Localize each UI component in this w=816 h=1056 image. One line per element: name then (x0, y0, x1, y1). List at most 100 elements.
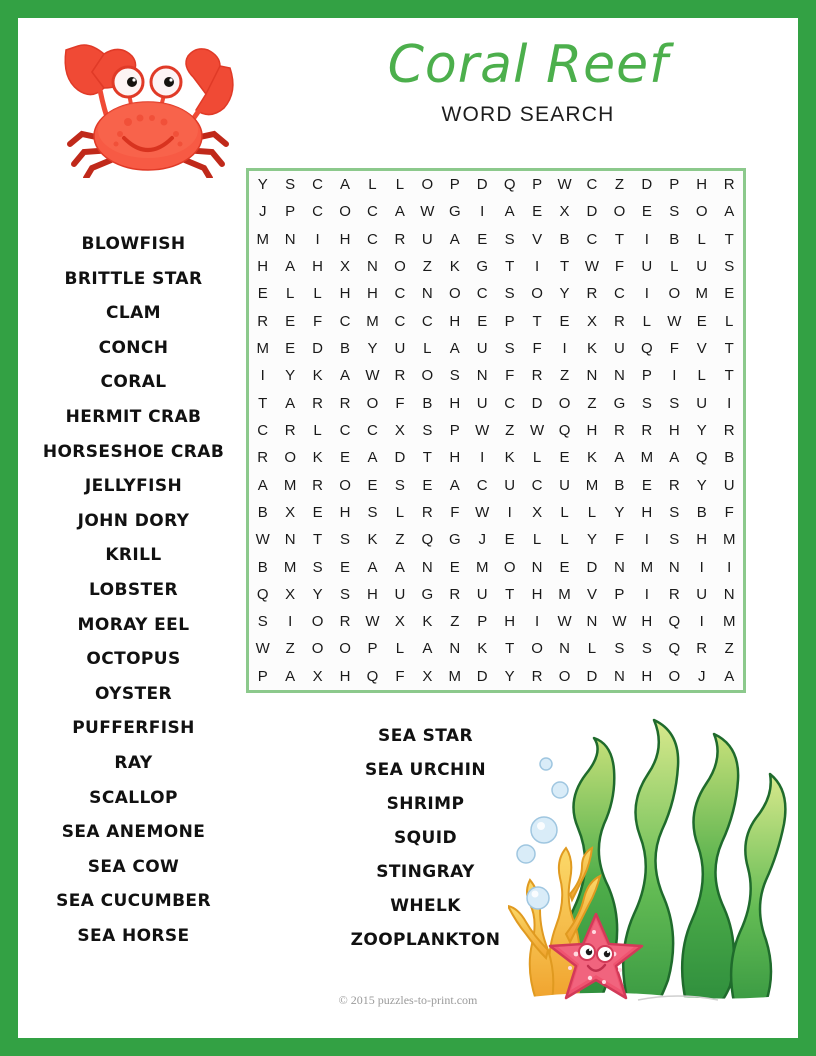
grid-cell[interactable]: F (715, 499, 743, 526)
grid-cell[interactable]: L (386, 635, 413, 662)
grid-cell[interactable]: H (331, 499, 358, 526)
word-list-left-item[interactable]: SEA CUCUMBER (26, 893, 241, 910)
grid-cell[interactable]: U (469, 335, 496, 362)
grid-cell[interactable]: K (496, 444, 523, 471)
grid-cell[interactable]: L (414, 335, 441, 362)
grid-cell[interactable]: T (551, 253, 578, 280)
grid-cell[interactable]: W (469, 417, 496, 444)
grid-cell[interactable]: P (469, 608, 496, 635)
grid-cell[interactable]: I (633, 226, 660, 253)
grid-cell[interactable]: S (661, 390, 688, 417)
grid-cell[interactable]: E (715, 280, 743, 307)
grid-cell[interactable]: H (661, 417, 688, 444)
grid-cell[interactable]: A (359, 553, 386, 580)
grid-cell[interactable]: M (633, 553, 660, 580)
grid-cell[interactable]: W (469, 499, 496, 526)
grid-cell[interactable]: M (578, 471, 605, 498)
grid-cell[interactable]: F (304, 308, 331, 335)
grid-cell[interactable]: H (688, 171, 715, 198)
grid-cell[interactable]: K (578, 335, 605, 362)
grid-cell[interactable]: S (496, 280, 523, 307)
grid-cell[interactable]: B (249, 553, 276, 580)
grid-cell[interactable]: R (661, 581, 688, 608)
grid-cell[interactable]: S (633, 635, 660, 662)
grid-cell[interactable]: Z (276, 635, 303, 662)
grid-cell[interactable]: N (551, 635, 578, 662)
grid-cell[interactable]: R (523, 663, 550, 690)
grid-cell[interactable]: S (414, 417, 441, 444)
grid-cell[interactable]: X (551, 198, 578, 225)
grid-cell[interactable]: E (359, 471, 386, 498)
grid-cell[interactable]: C (359, 417, 386, 444)
grid-cell[interactable]: E (523, 198, 550, 225)
grid-cell[interactable]: O (304, 608, 331, 635)
grid-cell[interactable]: L (523, 526, 550, 553)
grid-cell[interactable]: C (578, 171, 605, 198)
grid-cell[interactable]: L (688, 226, 715, 253)
grid-cell[interactable]: E (276, 308, 303, 335)
grid-cell[interactable]: N (276, 526, 303, 553)
grid-cell[interactable]: T (715, 226, 743, 253)
grid-cell[interactable]: O (276, 444, 303, 471)
grid-cell[interactable]: B (606, 471, 633, 498)
grid-cell[interactable]: N (606, 362, 633, 389)
grid-cell[interactable]: Y (688, 417, 715, 444)
grid-cell[interactable]: R (661, 471, 688, 498)
grid-cell[interactable]: Y (688, 471, 715, 498)
grid-cell[interactable]: I (523, 608, 550, 635)
grid-cell[interactable]: S (441, 362, 468, 389)
grid-cell[interactable]: H (578, 417, 605, 444)
grid-cell[interactable]: R (523, 362, 550, 389)
grid-cell[interactable]: A (441, 226, 468, 253)
grid-cell[interactable]: I (304, 226, 331, 253)
grid-cell[interactable]: Z (551, 362, 578, 389)
grid-cell[interactable]: D (633, 171, 660, 198)
grid-cell[interactable]: P (441, 417, 468, 444)
word-list-center-item[interactable]: STINGRAY (318, 864, 533, 881)
grid-cell[interactable]: E (633, 198, 660, 225)
grid-cell[interactable]: H (359, 280, 386, 307)
grid-cell[interactable]: M (633, 444, 660, 471)
grid-cell[interactable]: X (578, 308, 605, 335)
grid-cell[interactable]: D (469, 663, 496, 690)
grid-cell[interactable]: O (688, 198, 715, 225)
grid-cell[interactable]: R (715, 417, 743, 444)
grid-cell[interactable]: B (414, 390, 441, 417)
grid-cell[interactable]: V (578, 581, 605, 608)
grid-cell[interactable]: N (578, 608, 605, 635)
grid-cell[interactable]: A (715, 198, 743, 225)
grid-cell[interactable]: M (441, 663, 468, 690)
grid-cell[interactable]: D (386, 444, 413, 471)
grid-cell[interactable]: W (249, 635, 276, 662)
grid-cell[interactable]: V (523, 226, 550, 253)
grid-cell[interactable]: Z (496, 417, 523, 444)
grid-cell[interactable]: O (331, 198, 358, 225)
grid-cell[interactable]: Q (249, 581, 276, 608)
grid-cell[interactable]: D (304, 335, 331, 362)
grid-cell[interactable]: S (249, 608, 276, 635)
grid-cell[interactable]: X (523, 499, 550, 526)
grid-cell[interactable]: A (496, 198, 523, 225)
grid-cell[interactable]: Q (633, 335, 660, 362)
grid-cell[interactable]: Q (661, 608, 688, 635)
grid-cell[interactable]: S (331, 581, 358, 608)
word-list-center-item[interactable]: SEA URCHIN (318, 762, 533, 779)
grid-cell[interactable]: S (606, 635, 633, 662)
grid-cell[interactable]: X (276, 499, 303, 526)
grid-cell[interactable]: W (661, 308, 688, 335)
grid-cell[interactable]: H (523, 581, 550, 608)
grid-cell[interactable]: G (606, 390, 633, 417)
grid-cell[interactable]: R (386, 226, 413, 253)
grid-cell[interactable]: I (469, 198, 496, 225)
grid-cell[interactable]: C (386, 280, 413, 307)
grid-cell[interactable]: O (414, 171, 441, 198)
grid-cell[interactable]: S (386, 471, 413, 498)
word-list-center-item[interactable]: ZOOPLANKTON (318, 932, 533, 949)
grid-cell[interactable]: A (661, 444, 688, 471)
grid-cell[interactable]: R (606, 308, 633, 335)
grid-cell[interactable]: L (276, 280, 303, 307)
grid-cell[interactable]: L (304, 417, 331, 444)
grid-cell[interactable]: H (633, 499, 660, 526)
grid-cell[interactable]: H (633, 663, 660, 690)
grid-cell[interactable]: G (441, 526, 468, 553)
